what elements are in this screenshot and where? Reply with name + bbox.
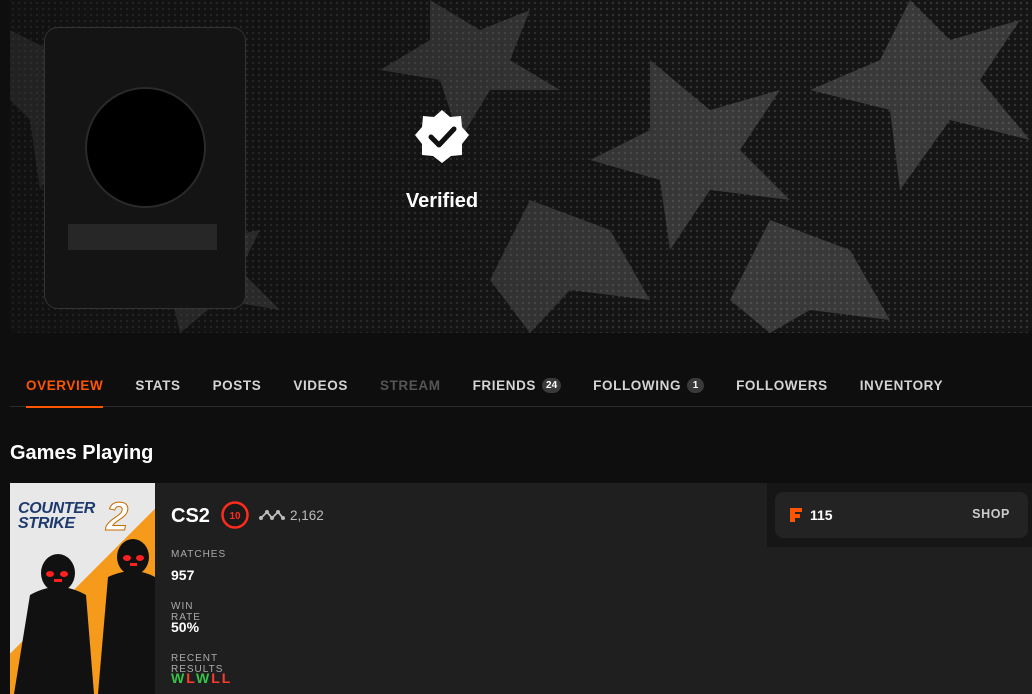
profile-tabs: OVERVIEW STATS POSTS VIDEOS STREAM FRIEN… xyxy=(10,364,1032,408)
tab-label: STATS xyxy=(135,378,181,393)
result-item: L xyxy=(186,670,196,686)
avatar-card xyxy=(44,27,246,309)
profile-banner: Verified xyxy=(10,0,1032,333)
avatar[interactable] xyxy=(85,87,206,208)
following-count-badge: 1 xyxy=(687,378,705,393)
recent-results: WLWLL xyxy=(171,670,232,686)
tab-label: FRIENDS xyxy=(472,378,537,393)
game-cover-art[interactable]: COUNTER STRIKE 2 xyxy=(10,483,155,694)
matches-label: MATCHES xyxy=(171,549,227,560)
tab-overview[interactable]: OVERVIEW xyxy=(10,364,119,408)
points-value: 115 xyxy=(810,507,833,523)
shop-button[interactable]: SHOP xyxy=(972,507,1010,521)
tab-label: FOLLOWING xyxy=(593,378,682,393)
tab-label: STREAM xyxy=(379,378,441,393)
result-item: W xyxy=(171,670,187,686)
game-characters-art xyxy=(14,539,155,694)
shop-panel: 115 SHOP xyxy=(767,483,1032,547)
tab-label: FOLLOWERS xyxy=(736,378,828,393)
tab-following[interactable]: FOLLOWING 1 xyxy=(577,364,720,407)
tab-friends[interactable]: FRIENDS 24 xyxy=(457,364,578,407)
tab-label: VIDEOS xyxy=(293,378,348,393)
tab-label: OVERVIEW xyxy=(26,378,104,393)
result-item: L xyxy=(221,670,233,686)
tab-stream[interactable]: STREAM xyxy=(364,364,457,407)
result-item: L xyxy=(211,670,222,686)
elo-graph-icon xyxy=(259,510,285,520)
game-card: COUNTER STRIKE 2 CS2 10 2,162 MATCHES 95… xyxy=(10,483,1032,694)
friends-count-badge: 24 xyxy=(542,378,562,393)
verified-badge-icon xyxy=(415,110,469,163)
result-item: W xyxy=(196,670,212,686)
tab-videos[interactable]: VIDEOS xyxy=(277,364,364,407)
skill-level-value: 10 xyxy=(229,511,241,522)
verified-label: Verified xyxy=(405,190,479,212)
faceit-points-icon xyxy=(790,508,802,522)
games-playing-title: Games Playing xyxy=(10,442,154,464)
nickname-placeholder xyxy=(68,224,217,250)
tab-label: POSTS xyxy=(212,378,262,393)
tab-label: INVENTORY xyxy=(859,378,944,393)
verified-block: Verified xyxy=(382,108,502,213)
points-shop-box: 115 SHOP xyxy=(775,492,1028,538)
tab-posts[interactable]: POSTS xyxy=(197,364,278,407)
win-rate-value: 50% xyxy=(171,619,200,635)
elo-value: 2,162 xyxy=(290,508,324,523)
game-name: CS2 xyxy=(171,505,210,527)
matches-value: 957 xyxy=(171,567,195,583)
tab-followers[interactable]: FOLLOWERS xyxy=(720,364,844,407)
tab-stats[interactable]: STATS xyxy=(119,364,196,407)
skill-level-icon: 10 xyxy=(221,501,249,529)
tab-inventory[interactable]: INVENTORY xyxy=(844,364,959,407)
